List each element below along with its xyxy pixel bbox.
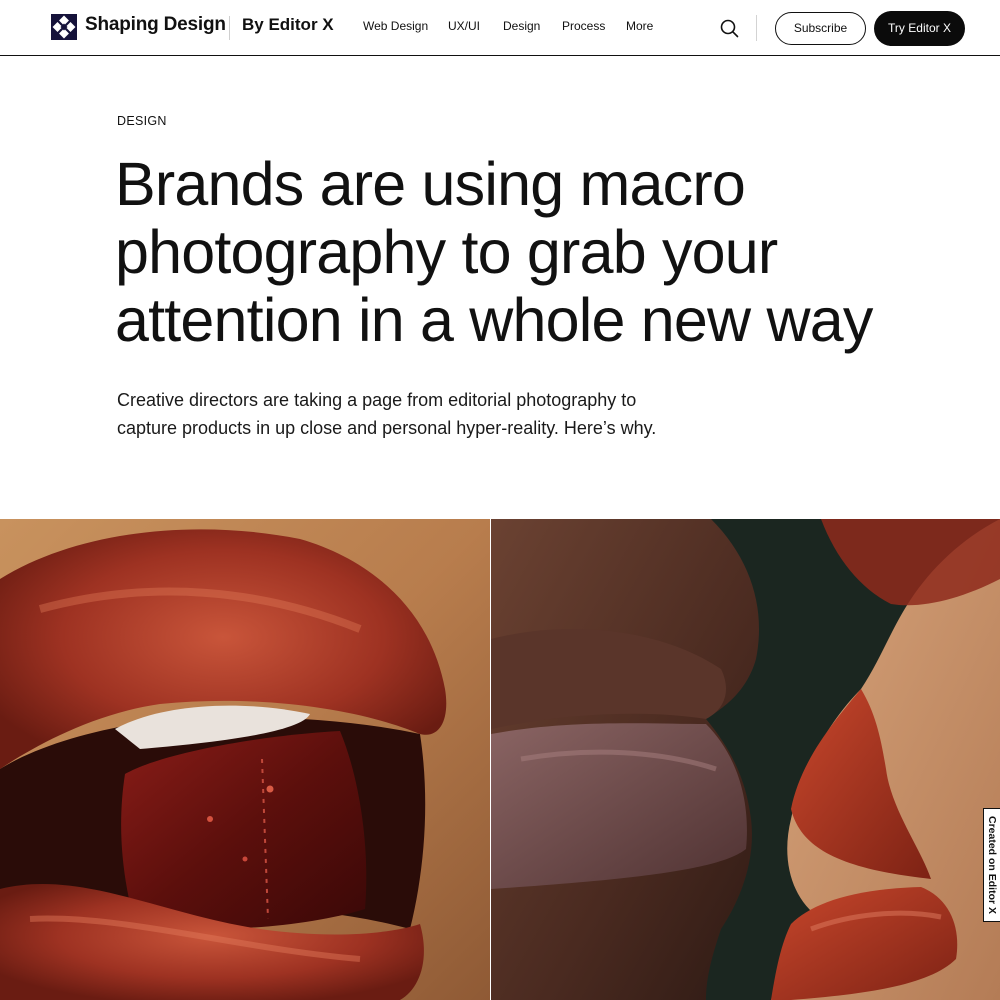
nav-item-ux-ui[interactable]: UX/UI xyxy=(448,19,480,33)
nav-item-process[interactable]: Process xyxy=(562,19,605,33)
subscribe-button[interactable]: Subscribe xyxy=(775,12,866,45)
nav-item-web-design[interactable]: Web Design xyxy=(363,19,428,33)
article-headline: Brands are using macro photography to gr… xyxy=(115,150,873,354)
article-category[interactable]: DESIGN xyxy=(117,114,167,128)
nav-item-design[interactable]: Design xyxy=(503,19,540,33)
article-dek: Creative directors are taking a page fro… xyxy=(117,390,657,438)
hero-image-faces-kissing xyxy=(491,519,1000,1000)
nav-item-more[interactable]: More xyxy=(626,19,653,33)
created-on-editor-x-badge[interactable]: Created on Editor X xyxy=(983,808,1000,922)
badge-label: Created on Editor X xyxy=(986,815,998,915)
search-icon[interactable] xyxy=(716,15,742,41)
site-header: Shaping Design By Editor X Web Design UX… xyxy=(0,0,1000,56)
brand-divider xyxy=(229,16,230,40)
header-divider xyxy=(756,15,757,41)
hero-image-lips-biting-cube xyxy=(0,519,490,1000)
brand-by-editor-x-link[interactable]: By Editor X xyxy=(242,15,334,35)
try-editor-x-button[interactable]: Try Editor X xyxy=(874,11,965,46)
brand-name-link[interactable]: Shaping Design xyxy=(85,14,226,36)
diamond-grid-logo-icon[interactable] xyxy=(51,14,77,40)
